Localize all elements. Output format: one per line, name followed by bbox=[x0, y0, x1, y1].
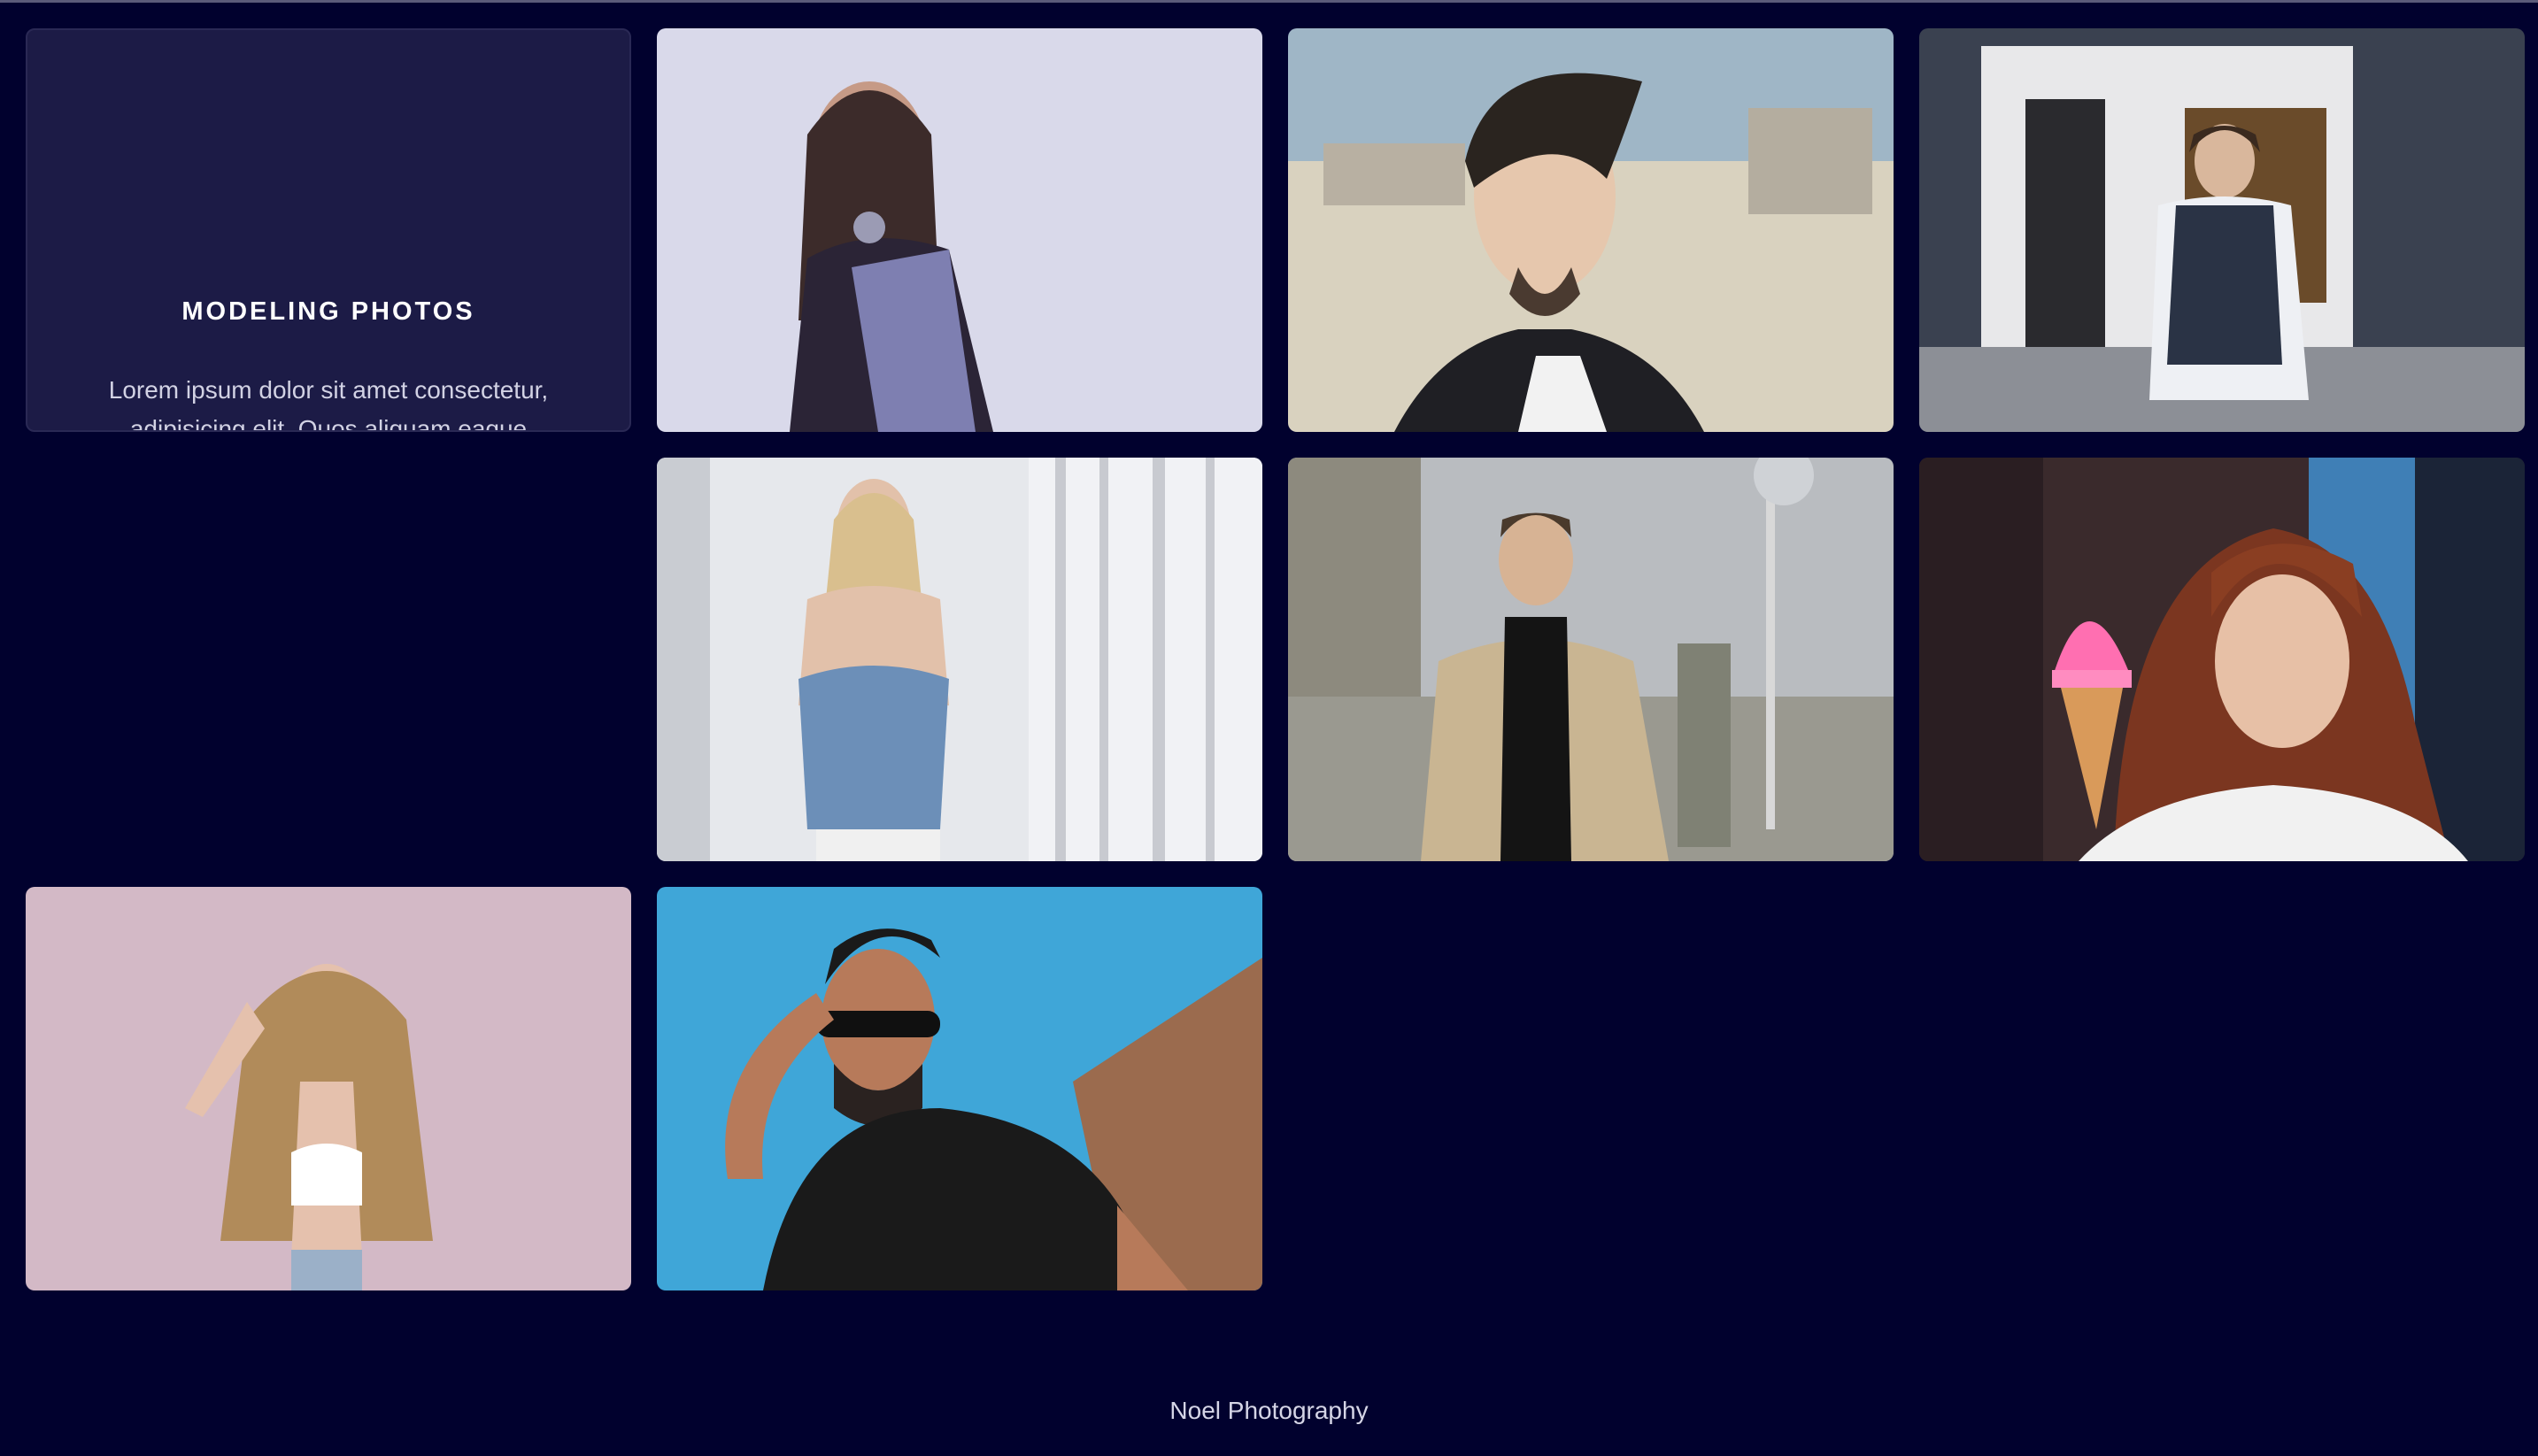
photo-man-sunglasses-sky bbox=[657, 887, 1262, 1290]
photo-woman-denim-curtains bbox=[657, 458, 1262, 861]
photo-card-4[interactable] bbox=[657, 458, 1262, 861]
footer: Noel Photography bbox=[0, 1397, 2538, 1425]
photo-card-6[interactable] bbox=[1919, 458, 2525, 861]
photo-card-5[interactable] bbox=[1288, 458, 1894, 861]
gallery-info-card: MODELING PHOTOS Lorem ipsum dolor sit am… bbox=[26, 28, 631, 432]
photo-card-8[interactable] bbox=[657, 887, 1262, 1290]
photo-woman-curly-pink-wall bbox=[26, 887, 631, 1290]
top-border bbox=[0, 0, 2538, 3]
photo-woman-saree-necklace bbox=[657, 28, 1262, 432]
photo-man-pompadour-beach bbox=[1288, 28, 1894, 432]
photo-card-7[interactable] bbox=[26, 887, 631, 1290]
gallery-description: Lorem ipsum dolor sit amet consectetur, … bbox=[108, 376, 549, 432]
photo-card-1[interactable] bbox=[657, 28, 1262, 432]
photo-gallery: MODELING PHOTOS Lorem ipsum dolor sit am… bbox=[26, 28, 2525, 1290]
gallery-title: MODELING PHOTOS bbox=[181, 297, 475, 326]
photo-card-2[interactable] bbox=[1288, 28, 1894, 432]
photo-man-vest-storefront bbox=[1919, 28, 2525, 432]
photo-woman-red-hair-icecream bbox=[1919, 458, 2525, 861]
photo-man-coat-street bbox=[1288, 458, 1894, 861]
footer-text: Noel Photography bbox=[1169, 1397, 1369, 1424]
photo-card-3[interactable] bbox=[1919, 28, 2525, 432]
